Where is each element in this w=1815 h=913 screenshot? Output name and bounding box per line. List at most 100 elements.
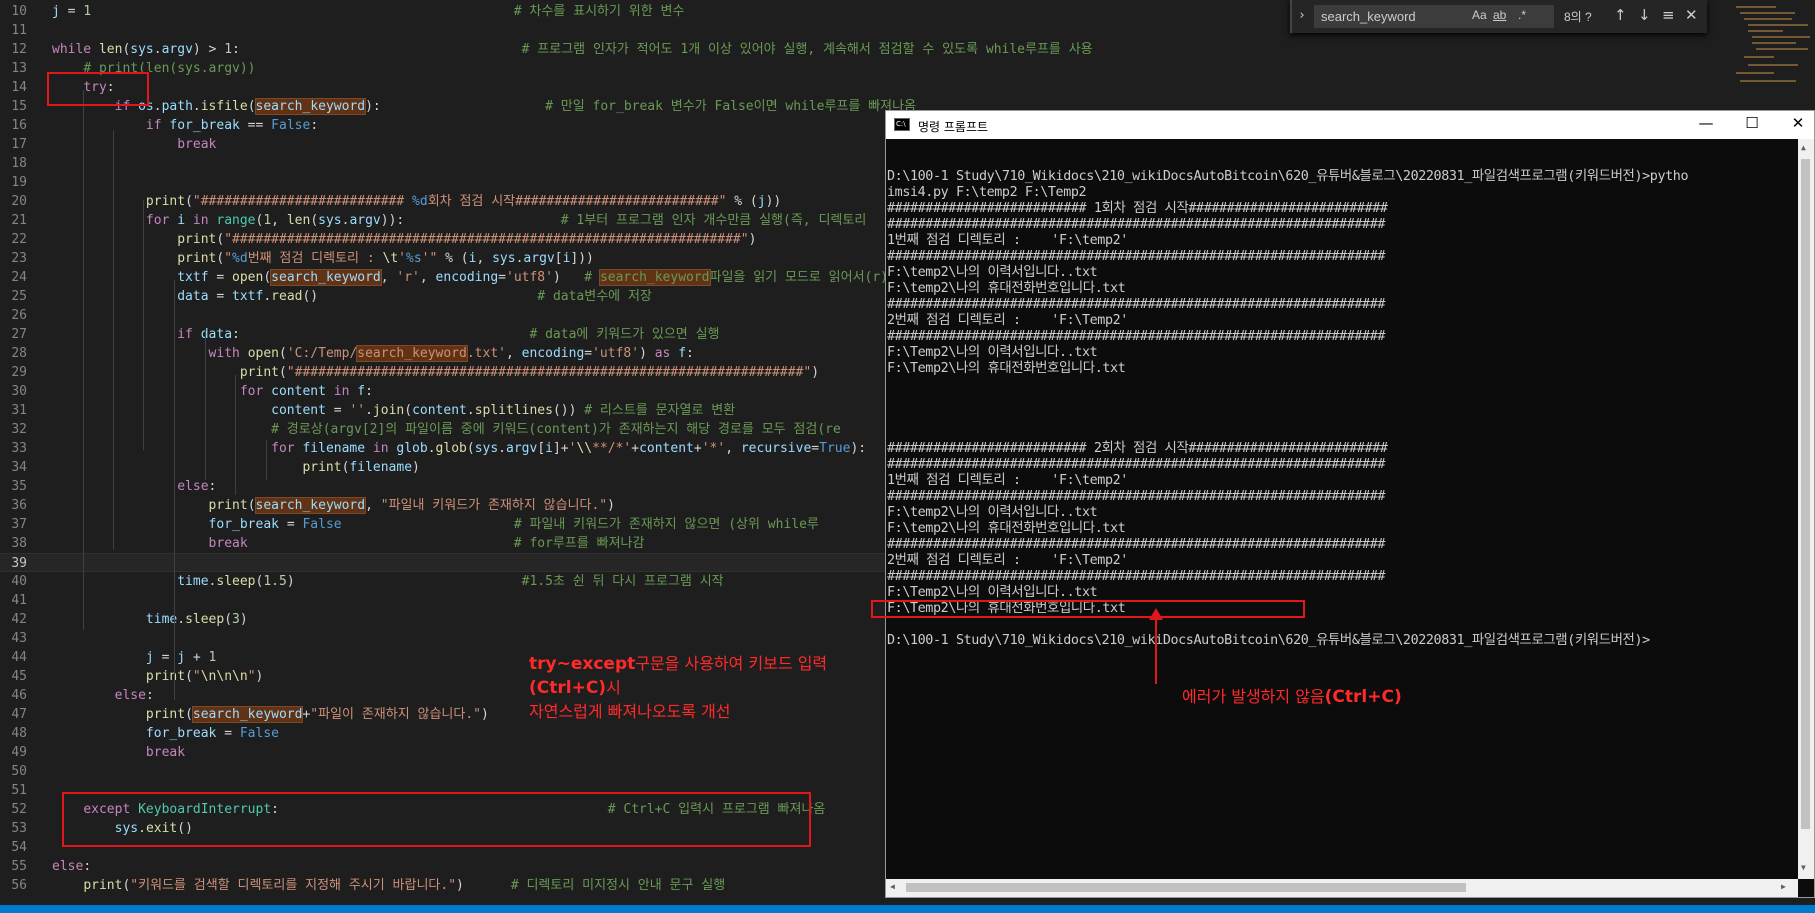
line-number: 38	[11, 536, 27, 551]
cmd-line: F:\Temp2\나의 이력서입니다..txt	[887, 585, 1098, 600]
scroll-thumb[interactable]	[1801, 159, 1810, 829]
vertical-scrollbar[interactable]: ▲ ▼	[1798, 139, 1814, 879]
horizontal-scrollbar[interactable]: ◀ ▶	[886, 879, 1798, 897]
cmd-line: ########################################…	[887, 537, 1386, 552]
status-bar	[0, 905, 1815, 913]
code-text[interactable]: print("%d번째 점검 디렉토리 : \t'%s'" % (i, sys.…	[52, 249, 594, 268]
minimap[interactable]	[1728, 0, 1815, 90]
code-text[interactable]: for_break = False # 파일내 키워드가 존재하지 않으면 (상…	[52, 515, 819, 534]
cmd-line: ########################################…	[887, 329, 1386, 344]
code-text[interactable]: break	[52, 743, 185, 762]
cmd-line: F:\temp2\나의 휴대전화번호입니다.txt	[887, 281, 1126, 296]
next-match-icon[interactable]: ↓	[1638, 6, 1651, 24]
code-line[interactable]: 13 # print(len(sys.argv))	[0, 59, 1815, 78]
code-text[interactable]: else:	[52, 857, 91, 876]
annotation-line1: 구문을 사용하여 키보드 입력	[635, 654, 828, 673]
code-text[interactable]: break # for루프를 빠져나감	[52, 534, 645, 553]
annotation-no-error: 에러가 발생하지 않음	[1182, 687, 1325, 706]
scroll-down-icon[interactable]: ▼	[1801, 863, 1806, 872]
except-highlight-box	[62, 792, 811, 847]
line-number: 50	[11, 764, 27, 779]
code-text[interactable]: for_break = False	[52, 724, 279, 743]
cmd-line: ########################################…	[887, 457, 1386, 472]
line-number: 46	[11, 688, 27, 703]
code-text[interactable]: print("########################## %d회차 점…	[52, 192, 781, 211]
left-annotation: try~except구문을 사용하여 키보드 입력 (Ctrl+C)시 자연스럽…	[529, 652, 827, 723]
scroll-left-icon[interactable]: ◀	[890, 882, 895, 891]
line-number: 36	[11, 498, 27, 513]
scroll-right-icon[interactable]: ▶	[1781, 882, 1786, 891]
hscroll-thumb[interactable]	[906, 883, 1466, 892]
annotation-try-except: try~except	[529, 654, 636, 674]
indent-guide	[113, 130, 114, 550]
line-number: 29	[11, 365, 27, 380]
code-text[interactable]: time.sleep(3)	[52, 610, 248, 629]
annotation-ctrl-c: (Ctrl+C)	[529, 678, 607, 698]
code-text[interactable]: j = j + 1	[52, 648, 216, 667]
line-number: 34	[11, 460, 27, 475]
code-text[interactable]: while len(sys.argv) > 1: # 프로그램 인자가 적어도 …	[52, 40, 1093, 59]
line-number: 22	[11, 232, 27, 247]
cmd-line: F:\Temp2\나의 이력서입니다..txt	[887, 345, 1098, 360]
line-number: 39	[11, 556, 27, 571]
line-number: 23	[11, 251, 27, 266]
code-text[interactable]: print(search_keyword+"파일이 존재하지 않습니다.")	[52, 705, 489, 724]
code-text[interactable]: if os.path.isfile(search_keyword): # 만일 …	[52, 97, 916, 116]
code-line[interactable]: 14 try:	[0, 78, 1815, 97]
regex-icon[interactable]: .*	[1518, 8, 1526, 22]
scroll-up-icon[interactable]: ▲	[1801, 143, 1806, 152]
code-text[interactable]: print("#################################…	[52, 230, 756, 249]
code-text[interactable]: for i in range(1, len(sys.argv)): # 1부터 …	[52, 211, 866, 230]
code-text[interactable]: print("#################################…	[52, 363, 819, 382]
previous-match-icon[interactable]: ↑	[1614, 6, 1627, 24]
find-in-selection-icon[interactable]: ≡	[1662, 6, 1675, 24]
line-number: 26	[11, 308, 27, 323]
whole-word-icon[interactable]: ab	[1493, 8, 1506, 22]
line-number: 53	[11, 821, 27, 836]
code-text[interactable]: for content in f:	[52, 382, 373, 401]
cmd-line: 2번째 점검 디렉토리 : 'F:\Temp2'	[887, 313, 1128, 328]
line-number: 35	[11, 479, 27, 494]
indent-guide	[235, 375, 236, 495]
cmd-line: 2번째 점검 디렉토리 : 'F:\Temp2'	[887, 553, 1128, 568]
code-text[interactable]: break	[52, 135, 216, 154]
code-text[interactable]: if for_break == False:	[52, 116, 318, 135]
annotation-ctrl-c-right: (Ctrl+C)	[1324, 687, 1402, 707]
match-case-icon[interactable]: Aa	[1472, 8, 1487, 22]
minimize-button[interactable]: —	[1691, 114, 1721, 132]
code-text[interactable]: content = ''.join(content.splitlines()) …	[52, 401, 735, 420]
match-count: 8의 ?	[1564, 10, 1592, 24]
indent-guide	[205, 330, 206, 480]
code-text[interactable]: print("키워드를 검색할 디렉토리를 지정해 주시기 바랍니다.") # …	[52, 876, 725, 895]
indent-guide	[143, 200, 144, 450]
close-find-icon[interactable]: ✕	[1685, 6, 1698, 24]
code-text[interactable]: print("\n\n\n")	[52, 667, 263, 686]
close-button[interactable]: ✕	[1783, 114, 1813, 132]
command-prompt-window[interactable]: C:\ 명령 프롬프트 — ☐ ✕ D:\100-1 Study\710_Wik…	[885, 110, 1815, 898]
line-number: 40	[11, 574, 27, 589]
code-text[interactable]: data = txtf.read() # data변수에 저장	[52, 287, 652, 306]
code-text[interactable]: with open('C:/Temp/search_keyword.txt', …	[52, 344, 694, 363]
maximize-button[interactable]: ☐	[1737, 114, 1767, 132]
cmd-line: ########################################…	[887, 489, 1386, 504]
code-text[interactable]: else:	[52, 477, 216, 496]
line-number: 28	[11, 346, 27, 361]
code-text[interactable]: if data: # data에 키워드가 있으면 실행	[52, 325, 719, 344]
line-number: 47	[11, 707, 27, 722]
cmd-output[interactable]: D:\100-1 Study\710_Wikidocs\210_wikiDocs…	[886, 153, 1788, 878]
line-number: 54	[11, 840, 27, 855]
line-number: 14	[11, 80, 27, 95]
code-text[interactable]: else:	[52, 686, 154, 705]
line-number: 33	[11, 441, 27, 456]
code-line[interactable]: 12 while len(sys.argv) > 1: # 프로그램 인자가 적어…	[0, 40, 1815, 59]
code-text[interactable]: time.sleep(1.5) #1.5초 쉰 뒤 다시 프로그램 시작	[52, 572, 723, 591]
cmd-line: D:\100-1 Study\710_Wikidocs\210_wikiDocs…	[887, 169, 1689, 184]
code-text[interactable]: txtf = open(search_keyword, 'r', encodin…	[52, 268, 888, 287]
code-text[interactable]: j = 1 # 차수를 표시하기 위한 변수	[52, 2, 684, 21]
code-text[interactable]: # 경로상(argv[2]의 파일이름 중에 키워드(content)가 존재하…	[52, 420, 841, 439]
cmd-line: ########################################…	[887, 217, 1386, 232]
cmd-title-bar[interactable]: C:\ 명령 프롬프트 — ☐ ✕	[886, 111, 1814, 139]
code-text[interactable]: print(search_keyword, "파일내 키워드가 존재하지 않습니…	[52, 496, 615, 515]
toggle-replace-icon[interactable]: ›	[1298, 8, 1306, 23]
annotation-line3: 자연스럽게 빠져나오도록 개선	[529, 702, 731, 721]
